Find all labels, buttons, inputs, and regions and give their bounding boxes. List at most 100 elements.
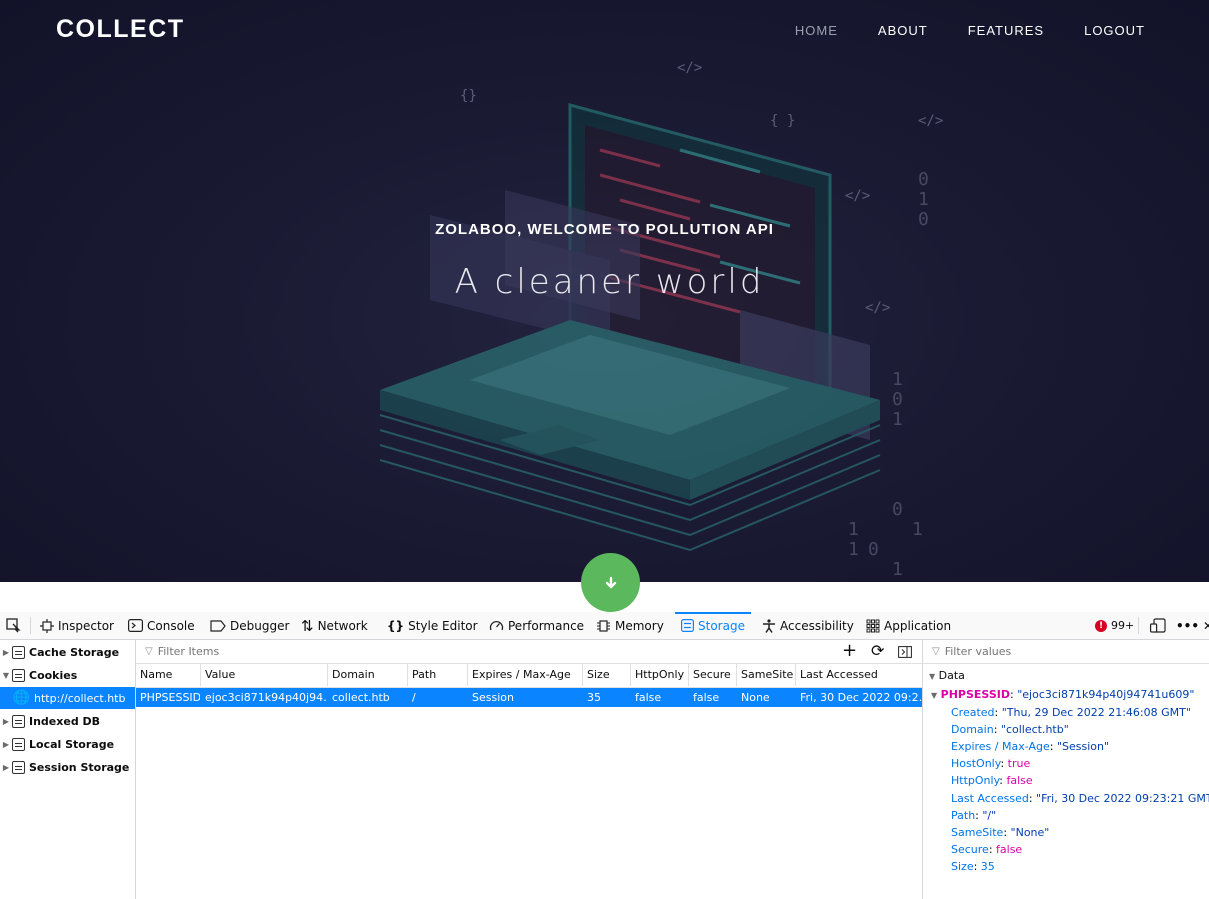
table-row[interactable]: PHPSESSID ejoc3ci871k94p40j94… collect.h… [136,688,924,707]
cell-expires: Session [472,691,514,704]
error-count-badge[interactable]: ! 99+ [1095,612,1134,639]
svg-text:</>: </> [845,188,870,204]
twisty-expanded-icon: ▼ [929,672,936,681]
responsive-design-icon [1150,618,1166,633]
toggle-sidebar-icon[interactable] [898,644,912,662]
storage-icon [12,760,25,774]
sidebar-item-cache-storage[interactable]: ▶ Cache Storage [0,641,119,663]
svg-text:</>: </> [918,113,943,129]
cell-value: ejoc3ci871k94p40j94… [205,691,327,704]
nav-logout[interactable]: LOGOUT [1084,23,1145,38]
col-name[interactable]: Name [136,664,200,686]
tab-debugger[interactable]: Debugger [210,612,289,639]
tab-accessibility[interactable]: Accessibility [762,612,854,639]
cookie-root-entry[interactable]: ▼ PHPSESSID: "ejoc3ci871k94p40j94741u609… [931,688,1194,701]
gauge-icon [489,620,504,631]
scroll-down-button[interactable] [581,553,640,612]
svg-text:1: 1 [848,539,859,560]
nav-home[interactable]: HOME [795,23,838,38]
col-size[interactable]: Size [582,664,624,686]
tab-storage[interactable]: Storage [675,612,751,639]
col-last-accessed[interactable]: Last Accessed [795,664,925,686]
svg-text:0: 0 [892,499,903,520]
cell-name: PHPSESSID [140,691,200,704]
error-icon: ! [1095,619,1107,632]
tab-network[interactable]: ⇅ Network [301,612,368,639]
hero-subtitle: ZOLABOO, WELCOME TO POLLUTION API [435,221,774,238]
svg-text:1: 1 [848,519,859,540]
filter-items-input[interactable] [155,644,760,659]
detail-domain: Domain: "collect.htb" [951,723,1069,736]
close-devtools-button[interactable]: ✕ [1203,612,1209,639]
console-icon [128,619,143,632]
close-icon: ✕ [1203,618,1209,633]
detail-secure: Secure: false [951,843,1023,856]
detail-size: Size: 35 [951,860,995,873]
application-grid-icon [866,619,880,632]
tab-application[interactable]: Application [866,612,951,639]
detail-httponly: HttpOnly: false [951,774,1033,787]
site-logo[interactable]: COLLECT [56,15,185,44]
svg-text:0: 0 [868,539,879,560]
memory-chip-icon [597,619,610,632]
cookie-table: ▽ + ⟳ Name Value Domain Path Expires / M… [136,640,925,899]
sidebar-item-cookie-host[interactable]: 🌐 http://collect.htb [0,687,135,709]
tab-inspector[interactable]: Inspector [40,612,114,639]
cell-domain: collect.htb [332,691,390,704]
storage-icon [12,668,25,682]
storage-icon [12,714,25,728]
sidebar-item-local-storage[interactable]: ▶ Local Storage [0,733,114,755]
tab-console[interactable]: Console [128,612,195,639]
storage-sidebar: ▶ Cache Storage ▼ Cookies 🌐 http://collect.… [0,640,136,899]
hero-headline: A cleaner world [454,262,765,302]
col-domain[interactable]: Domain [327,664,407,686]
nav-features[interactable]: FEATURES [968,23,1044,38]
braces-icon: {} [387,618,405,633]
svg-text:1: 1 [918,189,929,210]
tab-performance[interactable]: Performance [489,612,584,639]
sidebar-item-indexed-db[interactable]: ▶ Indexed DB [0,710,100,732]
add-item-icon[interactable]: + [842,640,857,661]
top-nav: HOME ABOUT FEATURES LOGOUT [795,23,1145,38]
svg-text:0: 0 [918,169,929,190]
detail-samesite: SameSite: "None" [951,826,1050,839]
col-path[interactable]: Path [407,664,467,686]
toolbar-divider [1138,617,1139,634]
sidebar-item-cookies[interactable]: ▼ Cookies [0,664,77,686]
detail-path: Path: "/" [951,809,997,822]
storage-icon [681,619,694,632]
col-value[interactable]: Value [200,664,327,686]
col-samesite[interactable]: SameSite [736,664,794,686]
cell-samesite: None [741,691,770,704]
cell-size: 35 [587,691,601,704]
col-secure[interactable]: Secure [688,664,737,686]
svg-text:1: 1 [892,409,903,430]
globe-icon: 🌐 [12,690,30,706]
devtools-panel: Inspector Console Debugger ⇅ Network {} … [0,612,1209,899]
toolbar-divider [30,617,31,634]
filter-values-input[interactable] [942,644,1187,659]
nav-about[interactable]: ABOUT [878,23,928,38]
more-options-button[interactable]: ••• [1176,612,1199,639]
sidebar-item-session-storage[interactable]: ▶ Session Storage [0,756,129,778]
detail-last-accessed: Last Accessed: "Fri, 30 Dec 2022 09:23:2… [951,792,1209,805]
devtools-toolbar: Inspector Console Debugger ⇅ Network {} … [0,612,1209,640]
tab-memory[interactable]: Memory [596,612,664,639]
accessibility-icon [763,618,775,633]
storage-icon [12,645,25,659]
filter-values-bar: ▽ [923,640,1209,664]
element-picker-button[interactable] [6,612,21,639]
responsive-design-button[interactable] [1150,612,1166,639]
cookie-detail-panel: ▽ ▼ Data ▼ PHPSESSID: "ejoc3ci871k94p40j… [922,640,1209,899]
refresh-icon[interactable]: ⟳ [871,641,884,660]
col-expires[interactable]: Expires / Max-Age [467,664,587,686]
data-section-header[interactable]: ▼ Data [929,669,965,682]
tab-style-editor[interactable]: {} Style Editor [387,612,478,639]
more-dots-icon: ••• [1176,618,1200,633]
twisty-expanded-icon: ▼ [2,670,10,680]
svg-text:</>: </> [865,300,890,316]
svg-text:</>: </> [677,60,702,76]
col-httponly[interactable]: HttpOnly [630,664,687,686]
filter-icon: ▽ [932,646,940,657]
detail-hostonly: HostOnly: true [951,757,1031,770]
